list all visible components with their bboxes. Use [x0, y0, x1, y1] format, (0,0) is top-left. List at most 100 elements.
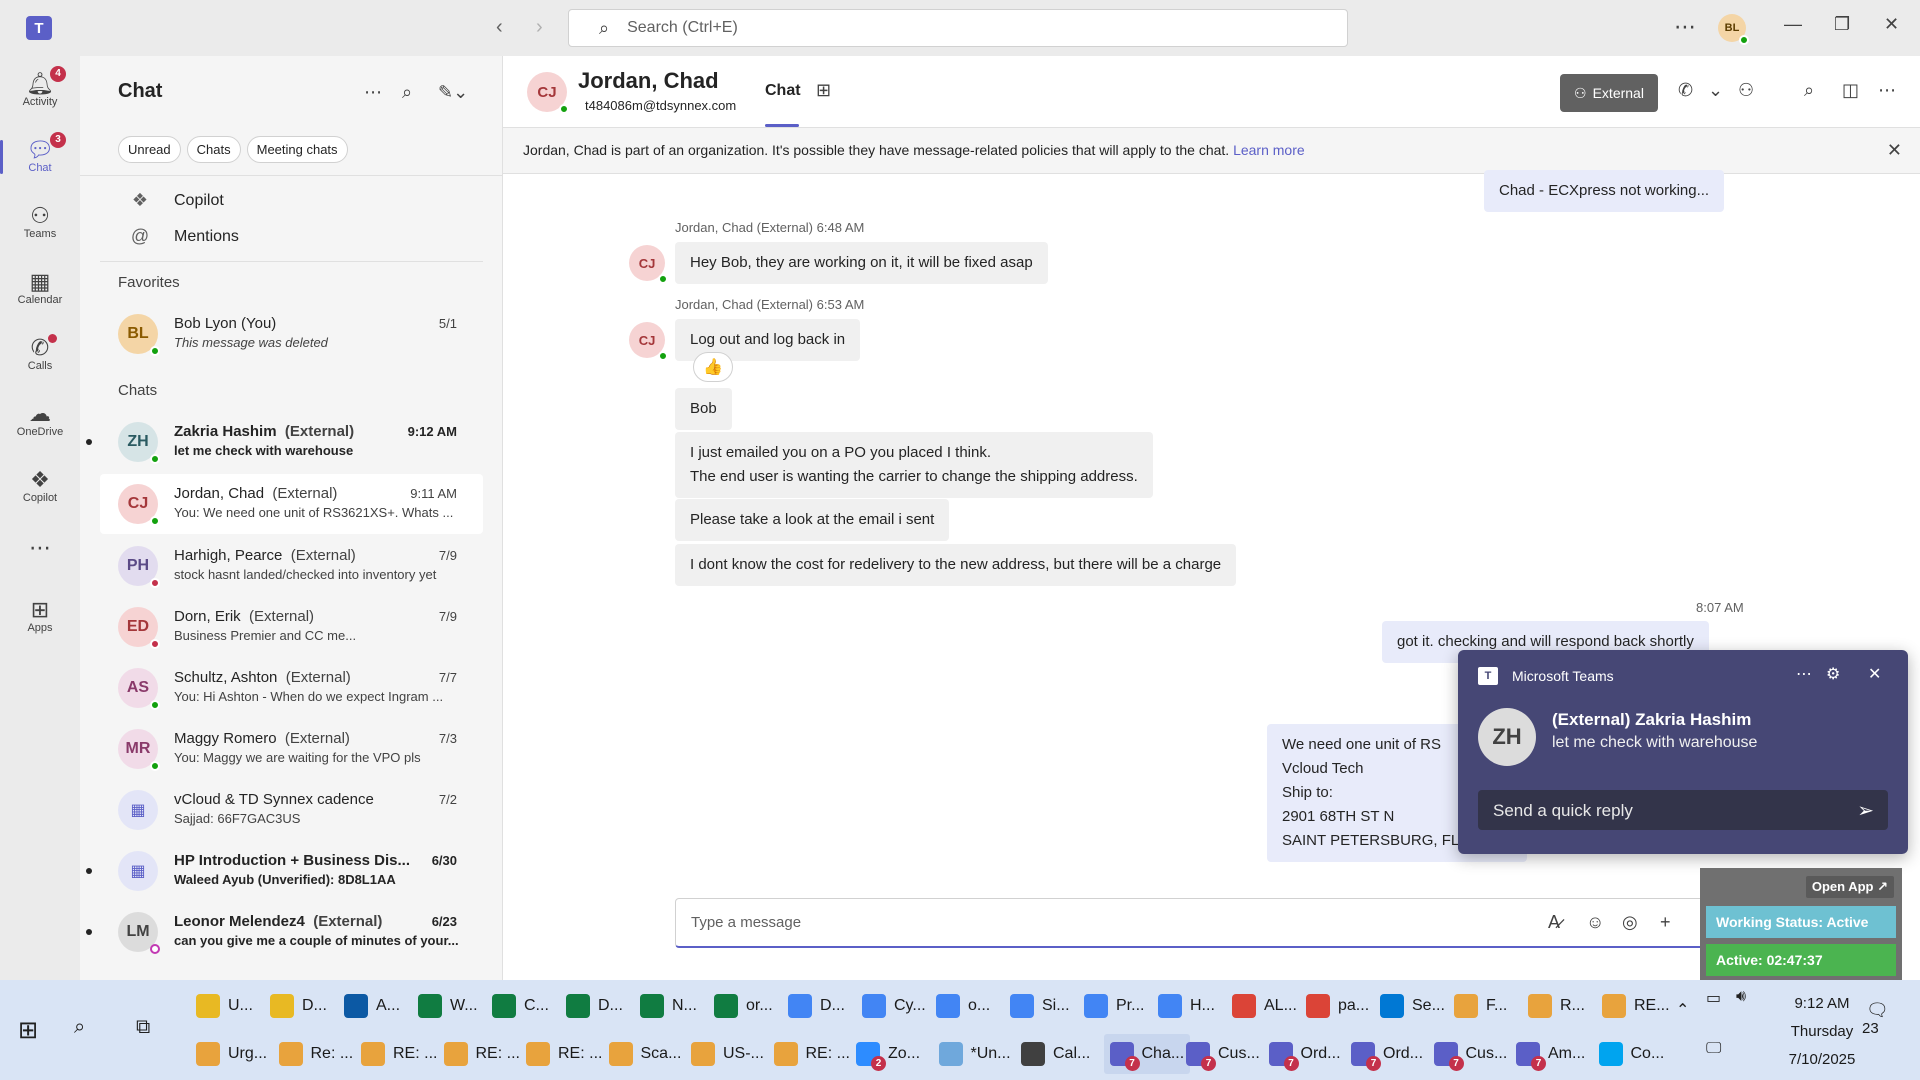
chat-row-hp-introduction[interactable]: ▦ HP Introduction + Business Dis... Wale… — [86, 841, 483, 901]
teams-notification-toast[interactable]: T Microsoft Teams ⋯ ⚙ ✕ ZH (External) Za… — [1458, 650, 1908, 854]
loop-icon[interactable]: ◎ — [1622, 912, 1638, 933]
rail-item-onedrive[interactable]: ☁︎ OneDrive — [0, 390, 80, 450]
rail-item-chat[interactable]: 💬︎ 3 Chat — [0, 126, 80, 186]
contact-avatar[interactable]: CJ — [527, 72, 569, 114]
nav-mentions[interactable]: @ Mentions — [128, 226, 239, 247]
taskbar-app-button[interactable]: D... — [270, 986, 327, 1026]
taskbar-app-button[interactable]: Sca... — [608, 1034, 681, 1074]
taskbar-app-button[interactable]: Pr... — [1084, 986, 1144, 1026]
taskbar-app-button[interactable]: D... — [566, 986, 623, 1026]
close-icon[interactable]: ✕ — [1868, 664, 1881, 684]
chat-row-schultz-ashton[interactable]: AS Schultz, Ashton (External) You: Hi As… — [100, 658, 483, 718]
filter-meeting-chats[interactable]: Meeting chats — [246, 136, 348, 163]
message-bubble[interactable]: Please take a look at the email i sent — [675, 499, 950, 541]
more-options-icon[interactable]: ⋯ — [364, 82, 382, 103]
message-bubble[interactable]: I just emailed you on a PO you placed I … — [675, 432, 1153, 498]
plus-icon[interactable]: + — [1660, 912, 1671, 933]
taskbar-app-button[interactable]: Se... — [1380, 986, 1445, 1026]
minimize-icon[interactable]: — — [1784, 14, 1802, 35]
emoji-icon[interactable]: ☺ — [1586, 912, 1604, 933]
taskbar-app-button[interactable]: A... — [344, 986, 400, 1026]
external-button[interactable]: ⚇ External — [1560, 74, 1658, 112]
open-app-button[interactable]: Open App ↗ — [1805, 876, 1894, 898]
taskbar-app-button[interactable]: N... — [640, 986, 697, 1026]
quick-reply-input[interactable]: Send a quick reply ➢ — [1478, 790, 1888, 830]
more-options-icon[interactable]: ⋯ — [1674, 14, 1696, 40]
message-bubble[interactable]: Hey Bob, they are working on it, it will… — [675, 242, 1048, 284]
rail-item-apps[interactable]: ⊞ Apps — [0, 586, 80, 646]
taskbar-app-button[interactable]: *Un... — [938, 1034, 1011, 1074]
taskbar-app-button[interactable]: R... — [1528, 986, 1585, 1026]
favorites-header[interactable]: Favorites — [118, 274, 180, 291]
taskbar-app-button[interactable]: Co... — [1598, 1034, 1664, 1074]
message-composer[interactable]: Type a message A̷ ☺ ◎ + — [675, 898, 1757, 948]
message-bubble[interactable]: Chad - ECXpress not working... — [1484, 170, 1725, 212]
taskbar-app-button[interactable]: C... — [492, 986, 549, 1026]
chat-row-harhigh-pearce[interactable]: PH Harhigh, Pearce (External) stock hasn… — [100, 536, 483, 596]
notification-center-icon[interactable]: 🗨︎ — [1866, 1000, 1889, 1021]
chat-row-leonor-melendez[interactable]: LM Leonor Melendez4 (External) can you g… — [86, 902, 483, 962]
taskbar-app-button[interactable]: 7 Ord... — [1268, 1034, 1341, 1074]
rail-item-teams[interactable]: ⚇ Teams — [0, 192, 80, 252]
chat-row-zakria-hashim[interactable]: ZH Zakria Hashim (External) let me check… — [86, 412, 483, 472]
taskbar-app-button[interactable]: D... — [788, 986, 845, 1026]
chat-row-maggy-romero[interactable]: MR Maggy Romero (External) You: Maggy we… — [100, 719, 483, 779]
taskbar-app-button[interactable]: Urg... — [196, 1034, 267, 1074]
battery-icon[interactable]: ▭ — [1706, 988, 1721, 1008]
chevron-up-icon[interactable]: ⌃ — [1676, 1000, 1689, 1020]
taskbar-app-button[interactable]: o... — [936, 986, 990, 1026]
send-icon[interactable]: ➢ — [1857, 798, 1874, 823]
chats-header[interactable]: Chats — [118, 382, 157, 399]
taskbar-app-button[interactable]: RE: ... — [443, 1034, 520, 1074]
taskbar-app-button[interactable]: 7 Cus... — [1433, 1034, 1507, 1074]
taskbar-app-button[interactable]: Cy... — [862, 986, 926, 1026]
search-icon[interactable]: ⌕ — [402, 82, 412, 103]
taskbar-app-button[interactable]: 7 Cha... — [1103, 1034, 1191, 1074]
taskbar-app-button[interactable]: RE: ... — [526, 1034, 602, 1074]
add-people-icon[interactable]: ⚇ — [1738, 80, 1754, 101]
filter-chats[interactable]: Chats — [186, 136, 241, 163]
rail-item-copilot[interactable]: ❖ Copilot — [0, 456, 80, 516]
taskbar-app-button[interactable]: H... — [1158, 986, 1215, 1026]
taskbar-app-button[interactable]: 7 Am... — [1516, 1034, 1585, 1074]
maximize-icon[interactable]: ❐ — [1834, 14, 1850, 35]
open-side-panel-icon[interactable]: ◫ — [1842, 80, 1859, 101]
windows-start-icon[interactable]: ⊞ — [18, 1016, 38, 1045]
taskbar-app-button[interactable]: 7 Cus... — [1186, 1034, 1260, 1074]
more-options-icon[interactable]: ⋯ — [1796, 664, 1812, 684]
close-icon[interactable]: ✕ — [1887, 140, 1902, 161]
message-bubble[interactable]: Bob — [675, 388, 732, 430]
volume-icon[interactable]: 🔊︎ — [1736, 988, 1746, 1006]
close-window-icon[interactable]: ✕ — [1884, 14, 1899, 35]
filter-unread[interactable]: Unread — [118, 136, 181, 163]
back-arrow-icon[interactable]: ‹ — [496, 16, 503, 39]
search-icon[interactable]: ⌕ — [1804, 80, 1814, 101]
format-text-icon[interactable]: A̷ — [1548, 912, 1560, 933]
rail-item-activity[interactable]: 🔔︎ 4 Activity — [0, 60, 80, 120]
taskbar-app-button[interactable]: RE... — [1602, 986, 1670, 1026]
more-options-icon[interactable]: ⋯ — [1878, 80, 1896, 101]
rail-item-calls[interactable]: ✆ Calls — [0, 324, 80, 384]
add-tab-icon[interactable]: ⊞ — [816, 80, 831, 101]
user-avatar[interactable]: BL — [1718, 14, 1749, 45]
rail-item-calendar[interactable]: ▦ Calendar — [0, 258, 80, 318]
taskbar-app-button[interactable]: pa... — [1306, 986, 1369, 1026]
audio-call-icon[interactable]: ✆ — [1678, 80, 1693, 101]
thumbs-up-reaction[interactable]: 👍 — [693, 352, 733, 382]
taskbar-app-button[interactable]: U... — [196, 986, 253, 1026]
nav-copilot[interactable]: ❖ Copilot — [128, 190, 224, 211]
chat-row-bob-lyon[interactable]: BL Bob Lyon (You) This message was delet… — [100, 304, 483, 364]
taskbar-app-button[interactable]: Si... — [1010, 986, 1070, 1026]
taskbar-app-button[interactable]: W... — [418, 986, 478, 1026]
search-icon[interactable]: ⌕ — [74, 1016, 85, 1039]
forward-arrow-icon[interactable]: › — [536, 16, 543, 39]
learn-more-link[interactable]: Learn more — [1233, 142, 1305, 158]
taskbar-app-button[interactable]: F... — [1454, 986, 1507, 1026]
taskbar-app-button[interactable]: AL... — [1232, 986, 1297, 1026]
chevron-down-icon[interactable]: ⌄ — [1708, 80, 1723, 101]
tab-chat[interactable]: Chat — [765, 82, 801, 100]
settings-gear-icon[interactable]: ⚙ — [1826, 664, 1840, 684]
new-chat-icon[interactable]: ✎⌄ — [438, 82, 468, 103]
taskbar-app-button[interactable]: 7 Ord... — [1351, 1034, 1423, 1074]
chat-row-vcloud-cadence[interactable]: ▦ vCloud & TD Synnex cadence Sajjad: 66F… — [100, 780, 483, 840]
